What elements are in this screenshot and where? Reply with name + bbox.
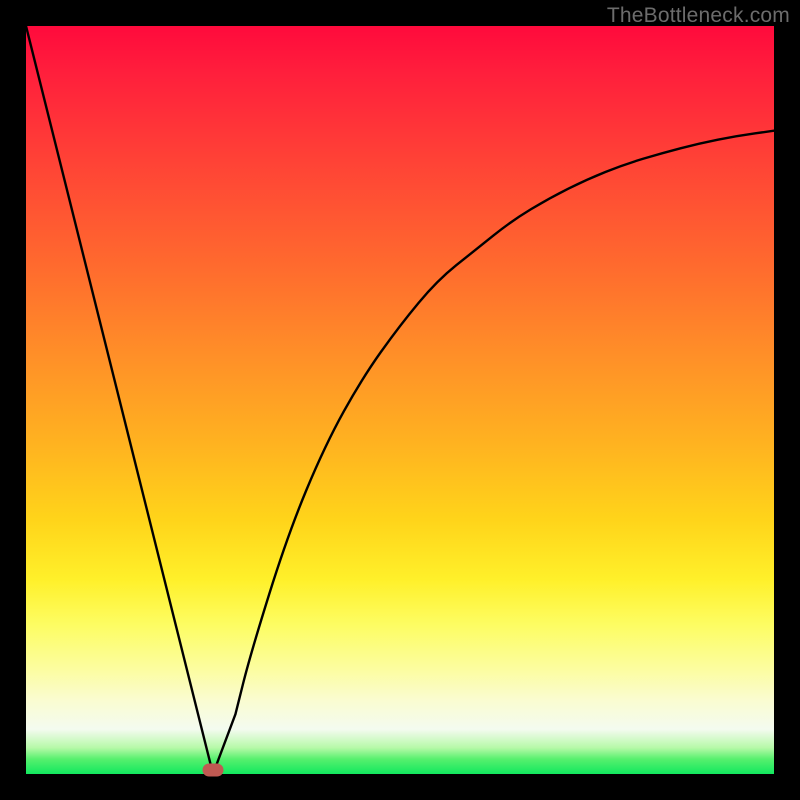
bottleneck-curve	[26, 26, 774, 774]
watermark-text: TheBottleneck.com	[607, 4, 790, 28]
chart-frame: TheBottleneck.com	[0, 0, 800, 800]
minimum-marker	[203, 764, 224, 777]
plot-area	[26, 26, 774, 774]
curve-path	[26, 26, 774, 774]
